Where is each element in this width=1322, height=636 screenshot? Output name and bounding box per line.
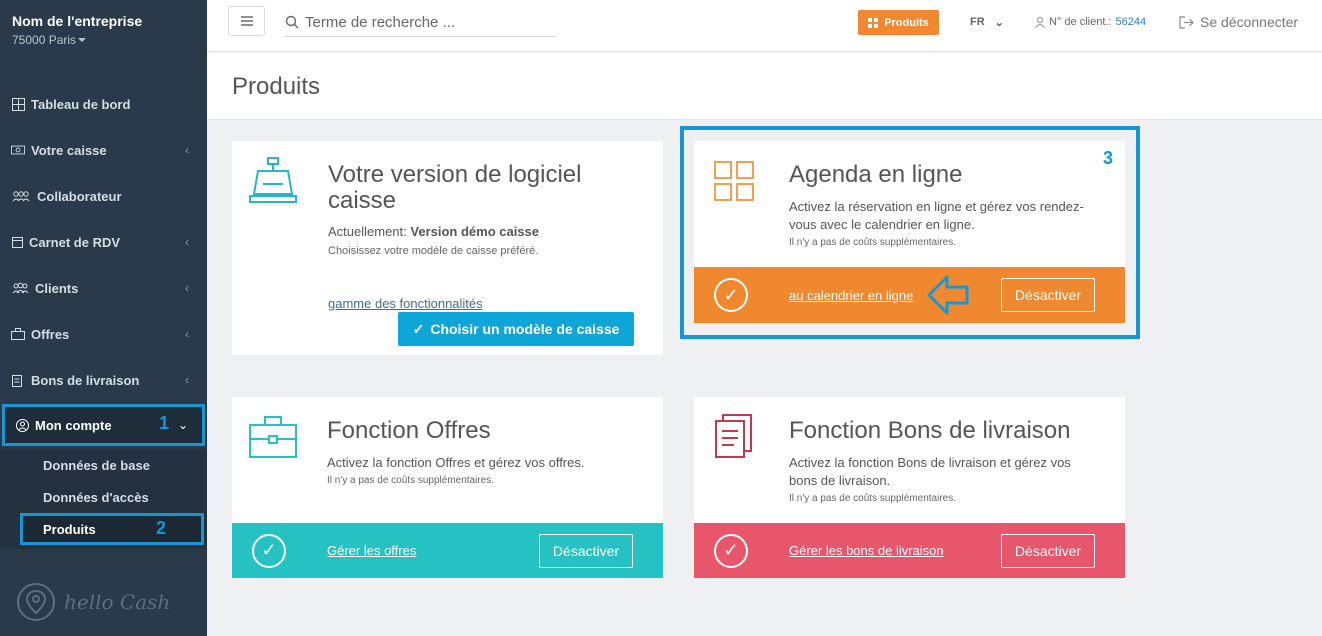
check-circle-icon: ✓ [252,533,286,568]
annotation-marker-2: 2 [156,518,167,538]
card-note: Il n'y a pas de coûts supplémentaires. [789,493,957,504]
briefcase-icon [11,327,25,341]
page-header: Produits [207,53,1322,120]
card-title: Fonction Offres [327,417,491,444]
chevron-left-icon: ‹ [185,235,189,249]
location-pin-icon [17,583,55,621]
menu-toggle-button[interactable] [228,6,265,36]
company-city-label: 75000 Paris [12,33,77,47]
choose-model-button[interactable]: ✓ Choisir un modèle de caisse [398,312,634,346]
check-circle-icon: ✓ [714,533,748,568]
submenu-item-donnees-acces[interactable]: Données d'accès [43,490,149,505]
clients-icon [11,281,29,295]
sidebar-item-label: Tableau de bord [31,96,131,112]
card-livraison: Fonction Bons de livraison Activez la fo… [694,397,1125,578]
chevron-left-icon: ‹ [185,327,189,341]
document-icon [715,414,752,458]
calendar-icon [11,235,23,249]
briefcase-icon [249,416,297,458]
dashboard-icon [11,97,25,111]
sidebar-item-offres[interactable]: Offres ‹ [0,317,207,351]
search-placeholder: Terme de recherche ... [305,13,456,31]
livraison-link[interactable]: Gérer les bons de livraison [789,543,944,558]
card-title: Votre version de logiciel caisse [328,161,582,214]
submenu-item-produits[interactable]: Produits 2 [20,513,204,545]
search-input[interactable]: Terme de recherche ... [285,8,557,37]
offres-link[interactable]: Gérer les offres [327,543,416,558]
sidebar-item-label: Clients [35,280,79,296]
current-version-prefix: Actuellement: [328,224,407,239]
chevron-down-icon: ⌄ [994,17,1004,29]
chevron-down-icon: ⌄ [177,418,188,432]
chevron-left-icon: ‹ [185,373,189,387]
sidebar-item-label: Carnet de RDV [29,234,121,250]
features-link[interactable]: gamme des fonctionnalités [328,296,483,311]
sidebar-item-mon-compte[interactable]: Mon compte 1 ⌄ [2,404,205,446]
hellocash-logo: hello Cash [16,582,170,622]
produits-button-label: Produits [884,16,929,29]
topbar: Terme de recherche ... Produits FR ⌄ N° … [207,0,1322,52]
company-name: Nom de l'entreprise [12,13,143,29]
page-title: Produits [232,73,321,100]
card-description: Choisissez votre modèle de caisse préfér… [328,245,539,257]
sidebar-item-label: Votre caisse [31,142,107,158]
sidebar-item-label: Mon compte [35,417,112,433]
cash-register-icon [249,157,297,203]
sidebar-item-bons-livraison[interactable]: Bons de livraison ‹ [0,363,207,397]
card-offres: Fonction Offres Activez la fonction Offr… [232,397,663,578]
sidebar-item-dashboard[interactable]: Tableau de bord [0,87,207,121]
card-footer: ✓ Gérer les offres Désactiver [232,523,663,578]
deactivate-button[interactable]: Désactiver [539,533,633,568]
client-number-label: N° de client.: [1049,16,1112,28]
logout-button[interactable]: Se déconnecter [1179,14,1298,30]
caret-down-icon [78,38,87,42]
sidebar-item-carnet-rdv[interactable]: Carnet de RDV ‹ [0,225,207,259]
client-number: N° de client.: 56244 [1035,16,1146,28]
account-icon [15,418,29,432]
submenu-item-label: Produits [43,521,96,537]
chevron-left-icon: ‹ [185,281,189,295]
sidebar-item-clients[interactable]: Clients ‹ [0,271,207,305]
hamburger-icon [240,16,253,26]
choose-model-label: Choisir un modèle de caisse [430,321,620,337]
card-title: Fonction Bons de livraison [789,417,1071,444]
sidebar-item-collaborateur[interactable]: Collaborateur [0,179,207,213]
logout-label: Se déconnecter [1200,14,1299,30]
card-caisse: Votre version de logiciel caisse Actuell… [232,141,663,355]
cash-register-icon [11,143,25,157]
search-icon [285,15,299,29]
card-description: Activez la fonction Bons de livraison et… [789,455,1071,488]
company-city[interactable]: 75000 Paris [12,33,142,47]
user-icon [1035,16,1045,28]
current-version-value: Version démo caisse [410,224,540,239]
sidebar-item-label: Bons de livraison [31,372,140,388]
sidebar-item-label: Collaborateur [37,188,122,204]
language-value: FR [970,16,985,28]
annotation-marker-1: 1 [159,413,170,433]
annotation-marker-3: 3 [1103,148,1114,168]
account-submenu: Données de base Données d'accès Produits… [0,449,207,549]
client-number-value: 56244 [1115,16,1147,28]
current-version: Actuellement: Version démo caisse [328,223,648,241]
company-switcher[interactable]: Nom de l'entreprise 75000 Paris [12,13,142,47]
sidebar-item-caisse[interactable]: Votre caisse ‹ [0,133,207,167]
highlight-box [680,126,1140,339]
sidebar: Nom de l'entreprise 75000 Paris Tableau … [0,0,207,636]
sidebar-item-label: Offres [31,326,70,342]
staff-icon [11,189,31,203]
card-note: Il n'y a pas de coûts supplémentaires. [327,475,495,486]
check-icon: ✓ [412,320,425,337]
deactivate-button[interactable]: Désactiver [1001,533,1095,568]
produits-button[interactable]: Produits [858,10,939,35]
submenu-item-donnees-base[interactable]: Données de base [43,458,150,473]
chevron-left-icon: ‹ [185,143,189,157]
language-select[interactable]: FR ⌄ [970,16,1004,29]
clipboard-icon [11,373,23,387]
grid-icon [868,17,879,28]
card-description: Activez la fonction Offres et gérez vos … [327,455,585,470]
logo-text: hello Cash [64,590,171,614]
logout-icon [1179,15,1194,29]
card-footer: ✓ Gérer les bons de livraison Désactiver [694,523,1125,578]
